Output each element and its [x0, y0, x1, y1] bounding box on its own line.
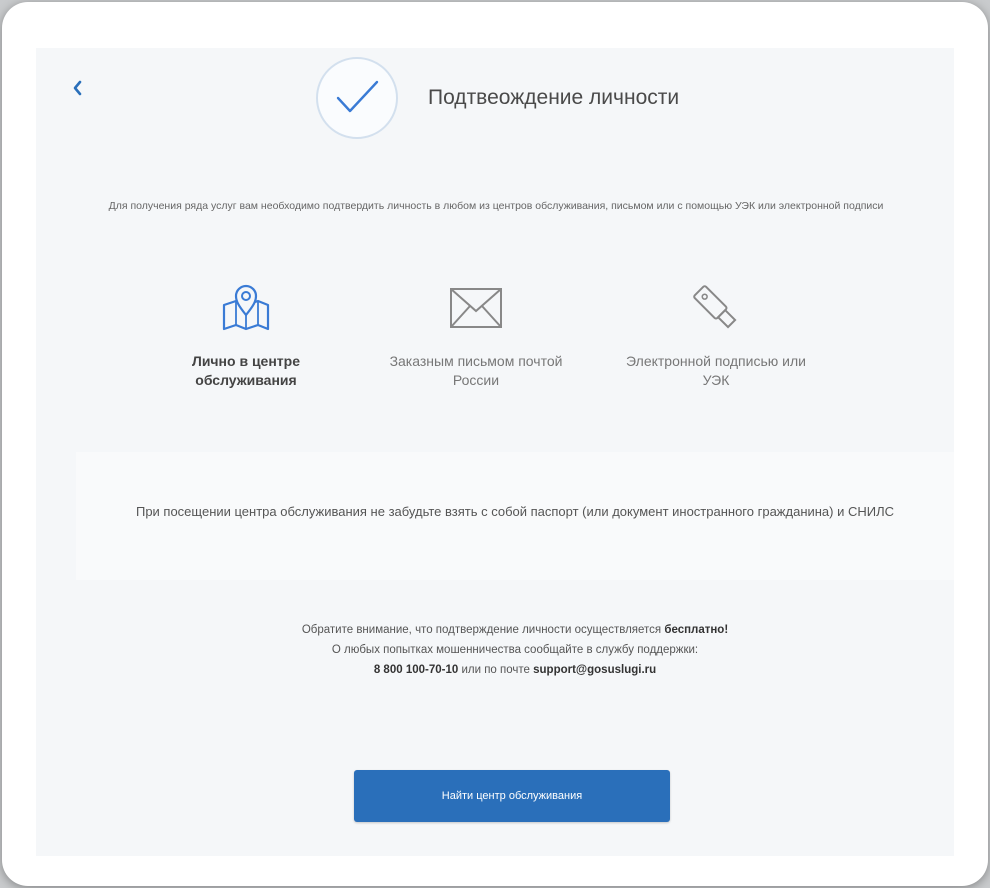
back-button[interactable]	[66, 76, 90, 100]
method-label: Заказным письмом почтой России	[389, 353, 563, 388]
notice-text: или по почте	[461, 664, 530, 676]
checkmark-badge	[316, 57, 398, 139]
map-pin-icon	[146, 278, 346, 338]
checkmark-icon	[336, 80, 379, 113]
notice-text: Обратите внимание, что подтверждение лич…	[301, 624, 662, 636]
fraud-notice: Обратите внимание, что подтверждение лич…	[76, 620, 954, 680]
method-registered-letter[interactable]: Заказным письмом почтой России	[376, 278, 576, 390]
page-title: Подтвеождение личности	[428, 86, 680, 109]
notice-line-3: 8 800 100-70-10 или по почте support@gos…	[76, 660, 954, 680]
device-frame: Подтвеождение личности Для получения ряд…	[2, 2, 988, 886]
free-of-charge-text: бесплатно!	[664, 624, 729, 636]
notice-line-1: Обратите внимание, что подтверждение лич…	[76, 620, 954, 640]
support-email[interactable]: support@gosuslugi.ru	[533, 664, 656, 676]
method-in-person[interactable]: Лично в центре обслуживания	[146, 278, 346, 390]
usb-key-icon	[616, 278, 816, 338]
passport-reminder-box: При посещении центра обслуживания не заб…	[76, 452, 954, 580]
support-phone: 8 800 100-70-10	[373, 664, 459, 676]
method-digital-signature[interactable]: Электронной подписью или УЭК	[616, 278, 816, 390]
chevron-left-icon	[73, 80, 82, 96]
intro-text: Для получения ряда услуг вам необходимо …	[108, 200, 884, 212]
method-label: Лично в центре обслуживания	[192, 353, 300, 388]
notice-line-2: О любых попытках мошенничества сообщайте…	[331, 644, 699, 656]
find-service-center-button[interactable]: Найти центр обслуживания	[354, 770, 670, 822]
envelope-icon	[376, 278, 576, 338]
passport-reminder-text: При посещении центра обслуживания не заб…	[135, 504, 895, 519]
identity-confirmation-panel: Подтвеождение личности Для получения ряд…	[36, 48, 954, 856]
method-label: Электронной подписью или УЭК	[626, 353, 806, 388]
